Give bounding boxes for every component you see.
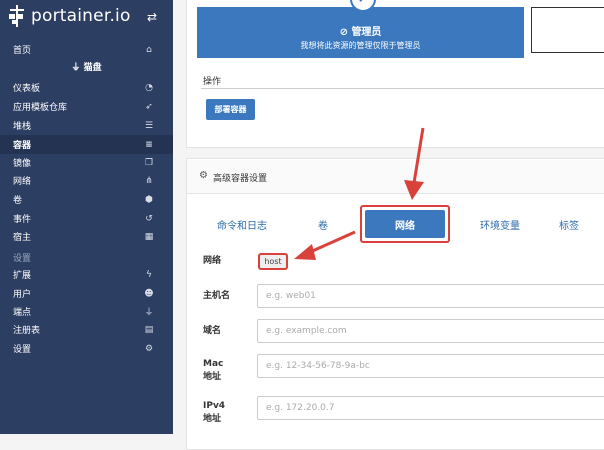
sidebar-item-registries[interactable]: 注册表 ▤ bbox=[0, 320, 173, 339]
exchange-icon[interactable]: ⇄ bbox=[147, 10, 157, 24]
actions-divider bbox=[201, 88, 604, 89]
network-label: 网络 bbox=[203, 256, 222, 266]
sidebar: portainer.io ⇄ 首页 ⌂ ⏚ 猫盘 仪表板 ◔ 应用模板仓库 ➶ … bbox=[0, 0, 173, 434]
sidebar-item-settings[interactable]: 设置 ⚙ bbox=[0, 339, 173, 358]
users-icon: ☻ bbox=[144, 288, 154, 299]
th-icon: ▦ bbox=[144, 231, 154, 242]
bolt-icon: ϟ bbox=[146, 269, 152, 280]
sitemap-icon: ⋔ bbox=[145, 175, 153, 186]
sidebar-item-extensions[interactable]: 扩展 ϟ bbox=[0, 265, 173, 284]
sidebar-item-label: 应用模板仓库 bbox=[13, 103, 68, 113]
sidebar-item-label: 事件 bbox=[13, 215, 32, 225]
sidebar-item-events[interactable]: 事件 ↺ bbox=[0, 209, 173, 228]
mac-address-input[interactable]: e.g. 12-34-56-78-9a-bc bbox=[257, 354, 604, 378]
server-icon: ≡ bbox=[145, 139, 153, 150]
ipv4-address-input[interactable]: e.g. 172.20.0.7 bbox=[257, 396, 604, 420]
sidebar-item-dashboard[interactable]: 仪表板 ◔ bbox=[0, 78, 173, 97]
crane-icon bbox=[8, 5, 26, 27]
sidebar-item-stacks[interactable]: 堆栈 ☰ bbox=[0, 116, 173, 135]
eye-slash-icon: ⊘ bbox=[339, 27, 352, 38]
logo-text: portainer.io bbox=[31, 6, 131, 26]
cogs-icon: ⚙ bbox=[144, 343, 154, 354]
hostname-label: 主机名 bbox=[203, 291, 231, 301]
cubes-icon: ⬢ bbox=[145, 194, 153, 205]
list-icon: ☰ bbox=[144, 120, 154, 131]
sidebar-item-users[interactable]: 用户 ☻ bbox=[0, 284, 173, 303]
plug-icon: ⏚ bbox=[71, 63, 84, 73]
admin-access-option[interactable]: ⊘ 管理员 我想将此资源的管理仅限于管理员 bbox=[197, 7, 524, 58]
hostname-input[interactable]: e.g. web01 bbox=[257, 284, 604, 308]
sidebar-item-networks[interactable]: 网络 ⋔ bbox=[0, 171, 173, 190]
sidebar-item-host[interactable]: 宿主 ▦ bbox=[0, 227, 173, 246]
sidebar-item-containers[interactable]: 容器 ≡ bbox=[0, 135, 173, 154]
advanced-settings-title: 高级容器设置 bbox=[213, 174, 268, 184]
history-icon: ↺ bbox=[145, 213, 153, 224]
sidebar-item-label: 堆栈 bbox=[13, 122, 32, 132]
actions-heading: 操作 bbox=[203, 77, 222, 87]
sidebar-item-label: 网络 bbox=[13, 177, 32, 187]
sidebar-item-label: 首页 bbox=[13, 46, 32, 56]
ipv4-address-label: IPv4 地址 bbox=[203, 401, 226, 424]
restricted-access-option[interactable] bbox=[531, 7, 604, 53]
tab-env[interactable]: 环境变量 bbox=[463, 210, 537, 238]
network-select[interactable]: host bbox=[258, 253, 288, 270]
mac-address-label: Mac 地址 bbox=[203, 359, 224, 382]
tab-volumes[interactable]: 卷 bbox=[306, 210, 340, 238]
sidebar-item-label: 注册表 bbox=[13, 326, 41, 336]
sidebar-item-label: 容器 bbox=[13, 141, 32, 151]
deploy-container-button[interactable]: 部署容器 bbox=[206, 99, 255, 120]
tachometer-icon: ◔ bbox=[145, 82, 153, 93]
rocket-icon: ➶ bbox=[145, 101, 153, 112]
sidebar-item-label: 镜像 bbox=[13, 159, 32, 169]
endpoint-name: ⏚ 猫盘 bbox=[71, 63, 102, 73]
sidebar-item-label: 用户 bbox=[13, 290, 32, 300]
sidebar-item-label: 仪表板 bbox=[13, 84, 41, 94]
sidebar-item-label: 扩展 bbox=[13, 271, 32, 281]
sidebar-item-volumes[interactable]: 卷 ⬢ bbox=[0, 190, 173, 209]
sidebar-item-home[interactable]: 首页 ⌂ bbox=[0, 40, 173, 59]
admin-option-description: 我想将此资源的管理仅限于管理员 bbox=[300, 41, 421, 50]
sidebar-item-templates[interactable]: 应用模板仓库 ➶ bbox=[0, 97, 173, 116]
settings-section-label: 设置 bbox=[13, 254, 32, 264]
sidebar-item-label: 卷 bbox=[13, 196, 23, 206]
tab-command-logging[interactable]: 命令和日志 bbox=[207, 210, 277, 238]
sidebar-item-label: 设置 bbox=[13, 345, 32, 355]
portainer-logo[interactable]: portainer.io bbox=[8, 4, 131, 28]
tab-highlight-outline bbox=[360, 205, 450, 243]
domainname-label: 域名 bbox=[203, 326, 222, 336]
sidebar-item-label: 宿主 bbox=[13, 233, 32, 243]
domainname-input[interactable]: e.g. example.com bbox=[257, 319, 604, 343]
sidebar-item-images[interactable]: 镜像 ❐ bbox=[0, 153, 173, 172]
tab-labels[interactable]: 标签 bbox=[550, 210, 588, 238]
home-icon: ⌂ bbox=[146, 44, 152, 55]
plug-icon: ⏚ bbox=[144, 308, 154, 318]
cog-icon: ⚙ bbox=[199, 170, 208, 181]
sidebar-item-label: 端点 bbox=[13, 308, 32, 318]
database-icon: ▤ bbox=[144, 324, 154, 335]
admin-option-title: ⊘ 管理员 bbox=[339, 27, 382, 38]
sidebar-item-endpoints[interactable]: 端点 ⏚ bbox=[0, 302, 173, 321]
clone-icon: ❐ bbox=[144, 157, 154, 168]
